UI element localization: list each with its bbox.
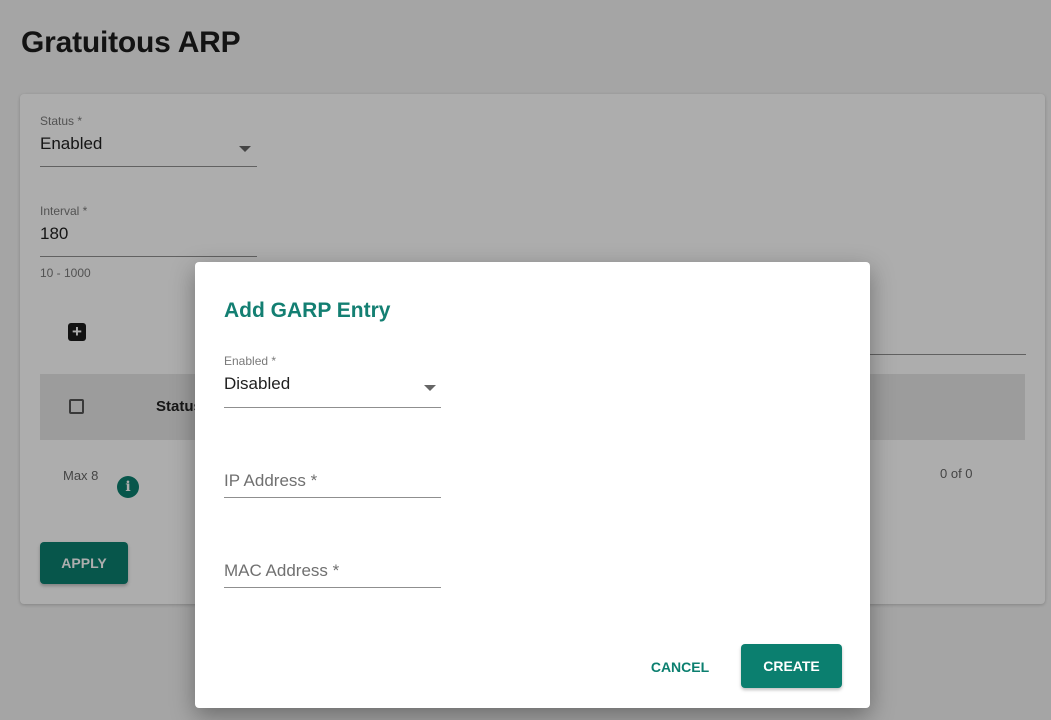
enabled-select[interactable]: Enabled * Disabled	[224, 354, 441, 408]
cancel-button[interactable]: CANCEL	[635, 645, 725, 689]
enabled-label: Enabled *	[224, 354, 277, 368]
mac-address-placeholder: MAC Address *	[224, 561, 340, 580]
dialog-title: Add GARP Entry	[224, 299, 391, 322]
ip-address-field[interactable]: IP Address *	[224, 462, 441, 498]
create-button[interactable]: CREATE	[741, 644, 842, 688]
caret-down-icon	[424, 385, 436, 391]
ip-address-underline	[224, 497, 441, 498]
mac-address-field[interactable]: MAC Address *	[224, 552, 441, 588]
enabled-value: Disabled	[224, 374, 291, 393]
ip-address-placeholder: IP Address *	[224, 471, 318, 490]
mac-address-underline	[224, 587, 441, 588]
add-garp-entry-dialog: Add GARP Entry Enabled * Disabled IP Add…	[195, 262, 870, 708]
enabled-underline	[224, 407, 441, 408]
